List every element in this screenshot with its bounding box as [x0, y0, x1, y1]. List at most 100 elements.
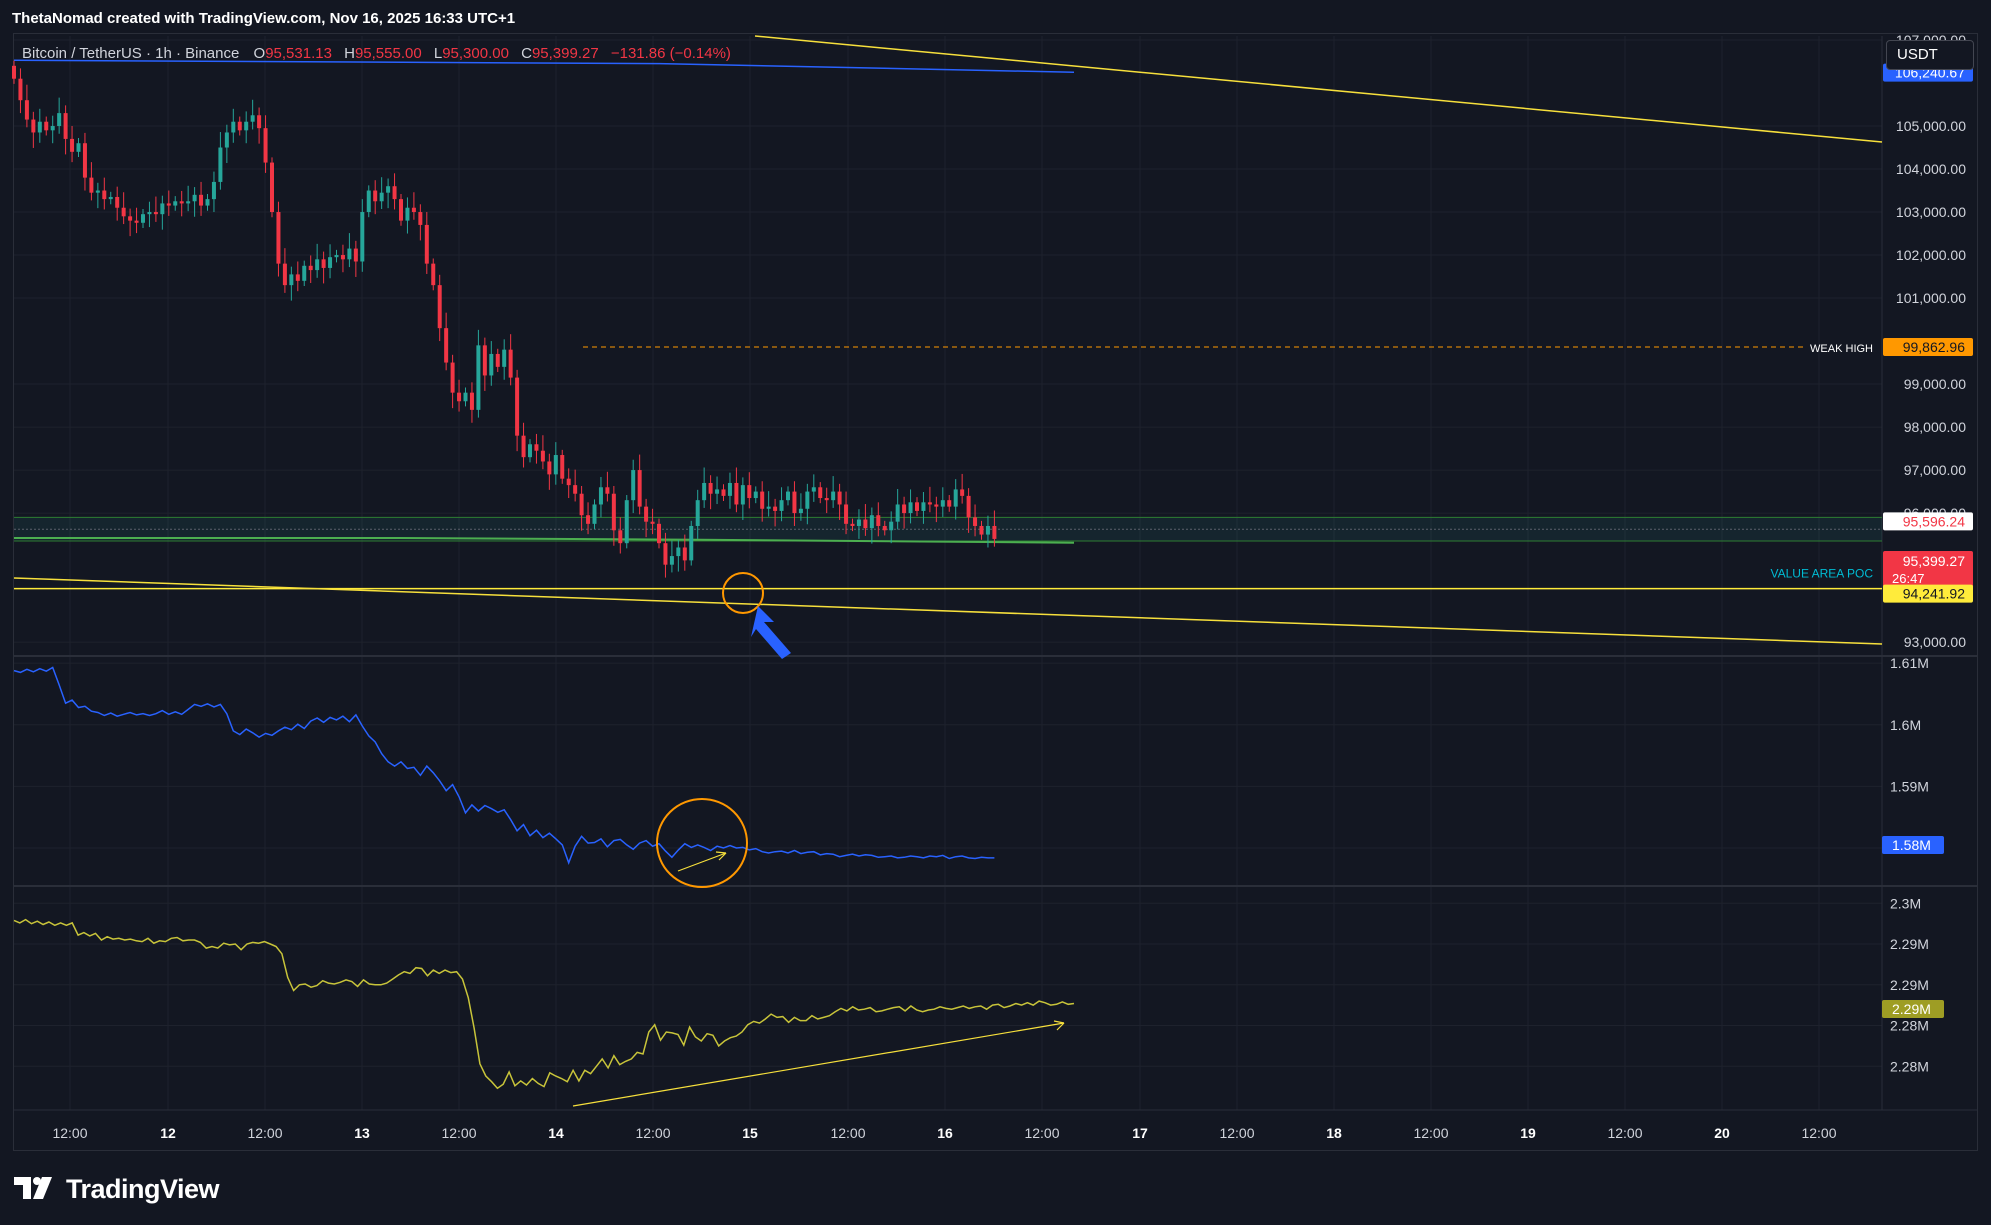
candle	[605, 471, 610, 502]
candle-body	[405, 207, 410, 221]
poc-price-label: 94,241.92	[1903, 586, 1965, 602]
obv-pane	[13, 918, 1075, 1090]
candle-body	[534, 444, 539, 451]
candle	[379, 177, 384, 210]
candle-body	[721, 489, 726, 496]
candle	[418, 204, 423, 241]
high-value: 95,555.00	[354, 45, 422, 62]
candle	[927, 486, 932, 513]
time-tick-label: 12:00	[1219, 1125, 1254, 1141]
candle-body	[985, 525, 990, 535]
candle	[721, 484, 726, 502]
tradingview-logo[interactable]: TradingView	[14, 1172, 220, 1206]
cvd-last-label: 1.58M	[1892, 837, 1931, 853]
time-tick-label: 18	[1326, 1125, 1342, 1141]
candle	[463, 387, 468, 407]
obv-line	[13, 918, 1075, 1090]
candle	[547, 453, 552, 490]
candle-body	[915, 502, 919, 511]
candle	[321, 251, 326, 284]
candle-body	[573, 485, 578, 494]
candle	[399, 193, 403, 226]
candle-body	[76, 143, 81, 152]
candle	[24, 84, 29, 128]
symbol-legend[interactable]: Bitcoin / TetherUS · 1h · Binance O95,53…	[22, 45, 739, 62]
candle-body	[50, 126, 55, 131]
candle-body	[328, 257, 333, 268]
value-area-poc-label: VALUE AREA POC	[1771, 567, 1874, 581]
candle	[295, 261, 300, 292]
candle-body	[353, 248, 358, 262]
candle-body	[489, 353, 494, 376]
candle	[727, 472, 732, 509]
candle-body	[747, 485, 752, 499]
candle-body	[960, 489, 965, 496]
candle-body	[218, 147, 223, 182]
chart-canvas[interactable]: WEAK HIGHVALUE AREA POC 107,000.00105,00…	[0, 0, 1991, 1225]
candle-body	[24, 100, 29, 120]
open-value: 95,531.13	[265, 45, 332, 62]
candle-body	[31, 119, 36, 133]
candle-body	[592, 504, 597, 524]
candle-body	[734, 482, 739, 505]
candle-body	[289, 274, 294, 286]
candle-body	[682, 547, 687, 561]
candle-body	[308, 265, 313, 271]
candle-body	[863, 519, 868, 529]
candle-body	[128, 216, 133, 221]
candle	[702, 467, 707, 508]
candle-body	[282, 263, 287, 286]
candle-body	[934, 504, 939, 507]
candle	[818, 482, 823, 504]
price-tick-label: 104,000.00	[1896, 161, 1966, 177]
candle-body	[766, 506, 771, 509]
candle-body	[276, 212, 281, 264]
time-tick-label: 12:00	[1607, 1125, 1642, 1141]
candle	[95, 182, 100, 209]
currency-selector[interactable]: USDT	[1886, 40, 1974, 70]
candle	[12, 60, 16, 84]
candle-body	[121, 207, 126, 217]
candle	[824, 487, 829, 514]
candle-body	[70, 138, 75, 152]
candle-body	[650, 521, 655, 524]
lower-trendline	[13, 577, 1883, 645]
candle	[482, 337, 487, 391]
candle-body	[798, 508, 803, 514]
candle	[160, 195, 165, 230]
candle-body	[811, 487, 816, 492]
candle	[257, 107, 262, 144]
candle	[798, 493, 803, 521]
candle	[115, 186, 120, 221]
candle-body	[199, 194, 204, 206]
candle-body	[270, 162, 274, 213]
candle-body	[979, 525, 984, 535]
candle-body	[482, 345, 487, 376]
candle	[831, 476, 836, 508]
candle-body	[469, 392, 474, 410]
price-low-highlight-circle	[722, 572, 764, 614]
candle-body	[560, 455, 565, 479]
time-tick-label: 12:00	[635, 1125, 670, 1141]
candle-body	[205, 199, 210, 206]
symbol-name[interactable]: Bitcoin / TetherUS · 1h · Binance	[22, 45, 239, 62]
candle	[308, 255, 313, 283]
candle	[811, 474, 816, 502]
candle-body	[611, 493, 616, 531]
candle-body	[444, 328, 449, 363]
close-value: 95,399.27	[531, 45, 599, 62]
candle-body	[431, 263, 436, 286]
candle-body	[528, 444, 532, 458]
candle-body	[908, 502, 913, 514]
candle-body	[579, 493, 584, 516]
candle	[553, 442, 558, 485]
price-overlay: WEAK HIGH VALUE AREA POC	[13, 35, 1883, 645]
candle	[540, 435, 545, 470]
candle-body	[192, 194, 197, 202]
candle	[734, 467, 739, 513]
candle-body	[837, 491, 842, 505]
candle-body	[786, 491, 790, 501]
candle-body	[315, 259, 320, 271]
candle	[334, 249, 339, 263]
candle-body	[302, 265, 307, 281]
